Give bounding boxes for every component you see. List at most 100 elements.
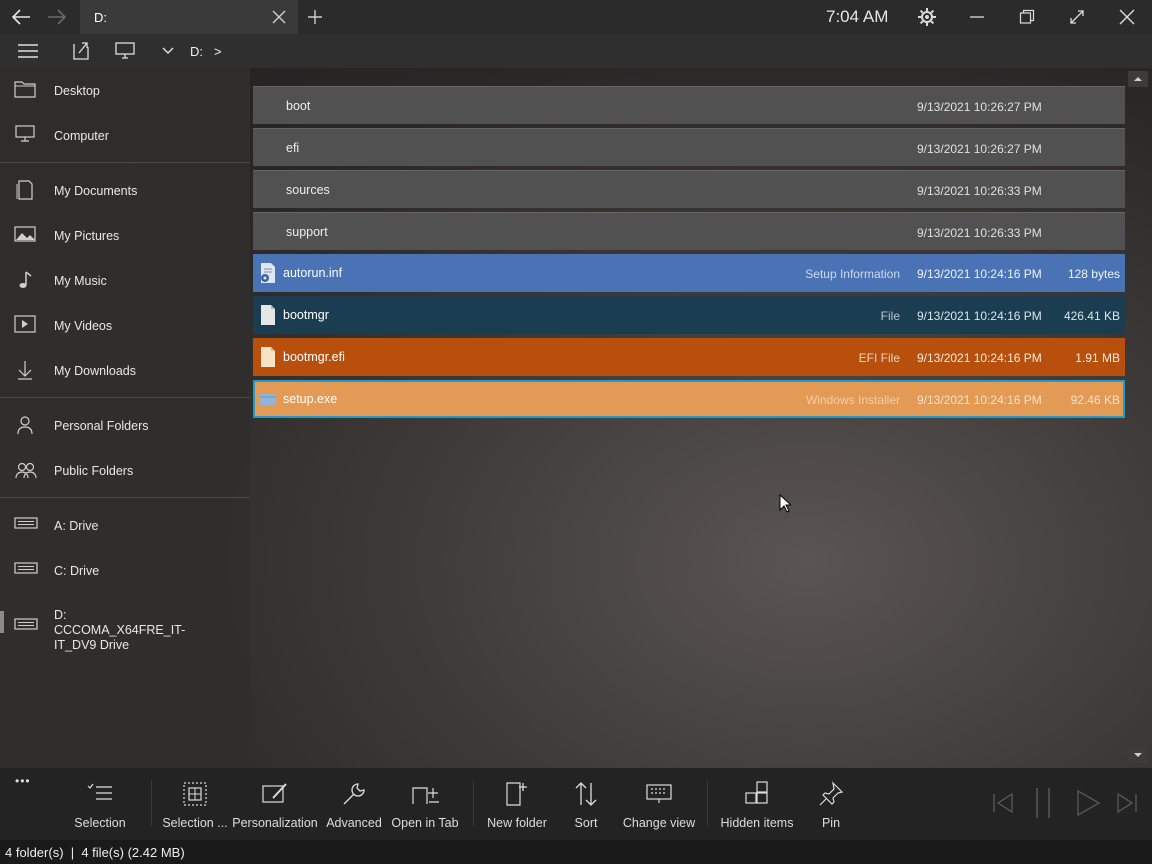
music-icon — [14, 270, 38, 292]
sidebar-item-my-pictures[interactable]: My Pictures — [0, 215, 250, 255]
toolbar-label: Selection — [74, 816, 126, 830]
item-name: boot — [286, 99, 311, 113]
minimize-icon[interactable] — [966, 7, 988, 27]
sidebar-item-label: D: CCCOMA_X64FRE_IT-IT_DV9 Drive — [54, 608, 186, 652]
open-in-tab-button[interactable]: Open in Tab — [388, 768, 462, 840]
selection-list-icon — [86, 780, 114, 808]
pin-icon — [817, 780, 845, 808]
selection-button[interactable]: Selection — [66, 768, 134, 840]
list-item-file[interactable]: bootmgr.efi EFI File 9/13/2021 10:24:16 … — [253, 338, 1125, 376]
list-item-folder[interactable]: support 9/13/2021 10:26:33 PM — [253, 212, 1125, 250]
scroll-up-button[interactable] — [1128, 71, 1148, 87]
item-size: 426.41 KB — [1063, 309, 1120, 323]
sidebar-item-label: Computer — [54, 129, 109, 143]
sidebar-item-personal-folders[interactable]: Personal Folders — [0, 405, 250, 445]
sidebar: Desktop Computer My Documents My Picture… — [0, 68, 250, 768]
sidebar-item-label: My Pictures — [54, 229, 120, 243]
drive-icon — [14, 616, 38, 638]
toolbar-label: Change view — [622, 816, 696, 830]
list-item-file[interactable]: autorun.inf Setup Information 9/13/2021 … — [253, 254, 1125, 292]
list-item-file[interactable]: bootmgr File 9/13/2021 10:24:16 PM 426.4… — [253, 296, 1125, 334]
item-size: 1.91 MB — [1075, 351, 1120, 365]
restore-icon[interactable] — [1016, 7, 1038, 27]
chevron-down-icon[interactable] — [160, 44, 176, 58]
command-bar: ••• Selection Selection ... Personalizat… — [0, 768, 1152, 840]
up-folder-icon[interactable] — [70, 40, 92, 62]
item-date: 9/13/2021 10:24:16 PM — [917, 351, 1042, 365]
close-icon[interactable] — [1116, 7, 1138, 27]
back-arrow-icon[interactable] — [8, 5, 34, 29]
pin-button[interactable]: Pin — [808, 768, 854, 840]
divider — [0, 497, 250, 498]
item-type: EFI File — [858, 351, 900, 365]
advanced-button[interactable]: Advanced — [323, 768, 385, 840]
change-view-button[interactable]: Change view — [620, 768, 698, 840]
play-icon[interactable] — [1074, 788, 1102, 818]
folder-icon — [14, 80, 38, 102]
sidebar-item-computer[interactable]: Computer — [0, 115, 250, 155]
list-item-file-selected[interactable]: setup.exe Windows Installer 9/13/2021 10… — [253, 380, 1125, 418]
sidebar-item-my-downloads[interactable]: My Downloads — [0, 350, 250, 390]
open-in-tab-icon — [411, 780, 439, 808]
item-size: 128 bytes — [1067, 267, 1120, 281]
item-size: 92.46 KB — [1070, 393, 1120, 407]
item-name: autorun.inf — [283, 266, 343, 280]
sidebar-item-d-drive[interactable]: D: CCCOMA_X64FRE_IT-IT_DV9 Drive — [0, 603, 250, 653]
people-icon — [14, 460, 38, 482]
tab-d-drive[interactable]: D: — [80, 0, 298, 34]
divider — [0, 397, 250, 398]
sidebar-item-desktop[interactable]: Desktop — [0, 70, 250, 110]
status-bar: 4 folder(s) | 4 file(s) (2.42 MB) — [0, 840, 1152, 864]
sort-button[interactable]: Sort — [558, 768, 614, 840]
breadcrumb-drive[interactable]: D: — [190, 44, 203, 59]
monitor-icon — [14, 125, 38, 147]
new-folder-button[interactable]: New folder — [482, 768, 552, 840]
item-type: Windows Installer — [805, 393, 900, 407]
sidebar-item-c-drive[interactable]: C: Drive — [0, 550, 250, 590]
selection-mode-button[interactable]: Selection ... — [160, 768, 230, 840]
sidebar-item-label: My Downloads — [54, 364, 136, 378]
list-item-folder[interactable]: boot 9/13/2021 10:26:27 PM — [253, 86, 1125, 124]
sidebar-item-a-drive[interactable]: A: Drive — [0, 505, 250, 545]
sidebar-item-public-folders[interactable]: Public Folders — [0, 450, 250, 490]
item-name: support — [286, 225, 328, 239]
toolbar-label: Pin — [821, 816, 841, 830]
hamburger-menu-icon[interactable] — [16, 42, 40, 60]
item-date: 9/13/2021 10:26:27 PM — [917, 142, 1042, 156]
change-view-icon — [645, 780, 673, 808]
sidebar-item-label: My Videos — [54, 319, 113, 333]
sidebar-item-label: My Documents — [54, 184, 138, 198]
new-tab-icon[interactable] — [305, 8, 325, 26]
gear-icon[interactable] — [916, 7, 938, 27]
skip-back-icon[interactable] — [990, 790, 1016, 816]
picture-icon — [14, 225, 38, 247]
sidebar-item-my-music[interactable]: My Music — [0, 260, 250, 300]
item-date: 9/13/2021 10:26:27 PM — [917, 100, 1042, 114]
item-date: 9/13/2021 10:26:33 PM — [917, 226, 1042, 240]
forward-arrow-icon[interactable] — [44, 5, 70, 29]
file-icon — [258, 304, 278, 326]
list-item-folder[interactable]: efi 9/13/2021 10:26:27 PM — [253, 128, 1125, 166]
sidebar-item-label: A: Drive — [54, 519, 99, 533]
item-type: File — [880, 309, 900, 323]
sidebar-item-my-documents[interactable]: My Documents — [0, 170, 250, 210]
fullscreen-icon[interactable] — [1066, 7, 1088, 27]
personalization-button[interactable]: Personalization — [232, 768, 318, 840]
status-summary: 4 folder(s) | 4 file(s) (2.42 MB) — [5, 845, 185, 860]
mouse-cursor-icon — [778, 493, 792, 513]
pause-icon[interactable] — [1030, 786, 1056, 820]
skip-forward-icon[interactable] — [1114, 790, 1140, 816]
item-name: bootmgr.efi — [283, 350, 345, 364]
title-bar: D: 7:04 AM — [0, 0, 1152, 34]
breadcrumb-separator[interactable]: > — [214, 44, 222, 59]
scroll-down-button[interactable] — [1128, 747, 1148, 763]
file-icon — [258, 346, 278, 368]
hidden-items-button[interactable]: Hidden items — [716, 768, 798, 840]
hidden-items-icon — [743, 780, 771, 808]
computer-icon[interactable] — [114, 41, 136, 61]
list-item-folder[interactable]: sources 9/13/2021 10:26:33 PM — [253, 170, 1125, 208]
more-options-button[interactable]: ••• — [15, 774, 31, 788]
close-tab-icon[interactable] — [270, 8, 288, 26]
tab-title: D: — [94, 10, 107, 25]
sidebar-item-my-videos[interactable]: My Videos — [0, 305, 250, 345]
